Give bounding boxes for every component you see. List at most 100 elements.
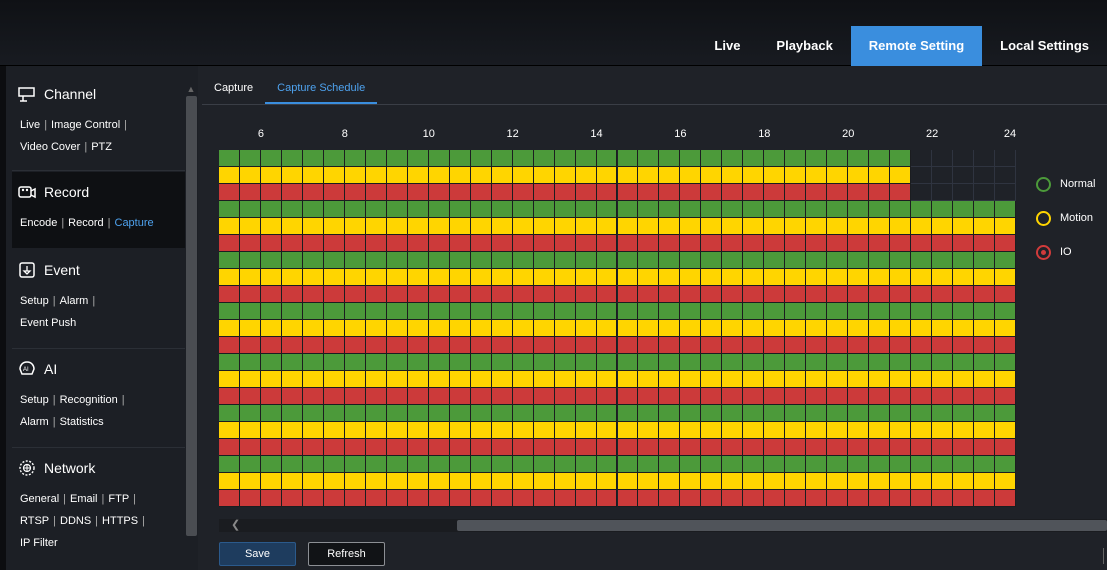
- schedule-cell-normal[interactable]: [995, 150, 1016, 167]
- schedule-cell-motion[interactable]: [743, 422, 765, 439]
- schedule-cell-motion[interactable]: [344, 269, 366, 286]
- schedule-cell-io[interactable]: [596, 388, 618, 405]
- schedule-cell-io[interactable]: [386, 490, 408, 507]
- schedule-cell-normal[interactable]: [743, 201, 765, 218]
- schedule-cell-motion[interactable]: [365, 320, 387, 337]
- schedule-cell-normal[interactable]: [680, 201, 702, 218]
- schedule-cell-io[interactable]: [974, 337, 996, 354]
- schedule-cell-motion[interactable]: [701, 218, 723, 235]
- schedule-cell-normal[interactable]: [701, 150, 723, 167]
- link-alarm[interactable]: Alarm: [60, 295, 89, 307]
- schedule-cell-normal[interactable]: [659, 201, 681, 218]
- schedule-cell-motion[interactable]: [407, 473, 429, 490]
- schedule-cell-io[interactable]: [512, 286, 534, 303]
- schedule-cell-motion[interactable]: [974, 218, 996, 235]
- schedule-cell-normal[interactable]: [219, 456, 240, 473]
- schedule-cell-motion[interactable]: [722, 473, 744, 490]
- schedule-cell-io[interactable]: [365, 235, 387, 252]
- schedule-cell-motion[interactable]: [659, 473, 681, 490]
- schedule-cell-io[interactable]: [680, 184, 702, 201]
- schedule-cell-motion[interactable]: [281, 473, 303, 490]
- schedule-cell-motion[interactable]: [323, 218, 345, 235]
- schedule-cell-motion[interactable]: [995, 473, 1016, 490]
- schedule-cell-normal[interactable]: [722, 405, 744, 422]
- schedule-cell-io[interactable]: [848, 490, 870, 507]
- schedule-cell-normal[interactable]: [365, 303, 387, 320]
- schedule-cell-io[interactable]: [680, 337, 702, 354]
- schedule-cell-motion[interactable]: [512, 218, 534, 235]
- schedule-cell-motion[interactable]: [596, 320, 618, 337]
- schedule-cell-motion[interactable]: [575, 269, 597, 286]
- schedule-cell-normal[interactable]: [911, 354, 933, 371]
- schedule-cell-io[interactable]: [449, 235, 471, 252]
- schedule-cell-io[interactable]: [680, 490, 702, 507]
- schedule-cell-io[interactable]: [281, 388, 303, 405]
- schedule-cell-io[interactable]: [512, 337, 534, 354]
- schedule-cell-io[interactable]: [806, 490, 828, 507]
- schedule-cell-io[interactable]: [995, 490, 1016, 507]
- schedule-cell-io[interactable]: [260, 184, 282, 201]
- schedule-cell-io[interactable]: [617, 235, 639, 252]
- schedule-cell-io[interactable]: [890, 286, 912, 303]
- schedule-cell-io[interactable]: [491, 439, 513, 456]
- schedule-cell-motion[interactable]: [575, 473, 597, 490]
- schedule-cell-io[interactable]: [470, 184, 492, 201]
- schedule-cell-normal[interactable]: [386, 252, 408, 269]
- schedule-cell-motion[interactable]: [239, 422, 261, 439]
- schedule-cell-io[interactable]: [701, 388, 723, 405]
- link-encode[interactable]: Encode: [20, 217, 57, 229]
- schedule-cell-normal[interactable]: [449, 252, 471, 269]
- schedule-cell-io[interactable]: [974, 184, 996, 201]
- save-button[interactable]: Save: [219, 542, 296, 566]
- schedule-cell-io[interactable]: [869, 490, 891, 507]
- schedule-cell-motion[interactable]: [386, 269, 408, 286]
- schedule-cell-io[interactable]: [974, 490, 996, 507]
- schedule-cell-io[interactable]: [428, 490, 450, 507]
- schedule-cell-io[interactable]: [386, 439, 408, 456]
- schedule-cell-io[interactable]: [260, 388, 282, 405]
- schedule-cell-io[interactable]: [806, 439, 828, 456]
- schedule-cell-motion[interactable]: [239, 473, 261, 490]
- schedule-cell-io[interactable]: [260, 235, 282, 252]
- schedule-cell-normal[interactable]: [764, 354, 786, 371]
- schedule-cell-normal[interactable]: [701, 405, 723, 422]
- schedule-cell-io[interactable]: [386, 235, 408, 252]
- schedule-cell-normal[interactable]: [428, 354, 450, 371]
- schedule-cell-normal[interactable]: [512, 252, 534, 269]
- schedule-cell-normal[interactable]: [260, 354, 282, 371]
- schedule-cell-motion[interactable]: [764, 473, 786, 490]
- schedule-cell-motion[interactable]: [533, 422, 555, 439]
- schedule-cell-motion[interactable]: [617, 218, 639, 235]
- schedule-cell-motion[interactable]: [407, 422, 429, 439]
- schedule-cell-normal[interactable]: [449, 354, 471, 371]
- schedule-cell-motion[interactable]: [407, 218, 429, 235]
- schedule-cell-motion[interactable]: [344, 422, 366, 439]
- schedule-cell-motion[interactable]: [260, 269, 282, 286]
- schedule-cell-motion[interactable]: [596, 371, 618, 388]
- schedule-cell-io[interactable]: [449, 490, 471, 507]
- schedule-cell-normal[interactable]: [260, 303, 282, 320]
- schedule-cell-normal[interactable]: [323, 150, 345, 167]
- schedule-cell-io[interactable]: [596, 184, 618, 201]
- schedule-cell-normal[interactable]: [512, 354, 534, 371]
- schedule-cell-motion[interactable]: [764, 218, 786, 235]
- schedule-cell-normal[interactable]: [974, 201, 996, 218]
- schedule-cell-normal[interactable]: [239, 303, 261, 320]
- link-capture[interactable]: Capture: [115, 217, 154, 229]
- schedule-cell-normal[interactable]: [911, 405, 933, 422]
- schedule-cell-io[interactable]: [932, 388, 954, 405]
- schedule-cell-normal[interactable]: [827, 456, 849, 473]
- schedule-cell-normal[interactable]: [596, 303, 618, 320]
- schedule-cell-normal[interactable]: [344, 201, 366, 218]
- schedule-cell-motion[interactable]: [890, 422, 912, 439]
- schedule-cell-motion[interactable]: [491, 269, 513, 286]
- schedule-cell-motion[interactable]: [764, 422, 786, 439]
- schedule-cell-normal[interactable]: [239, 354, 261, 371]
- schedule-cell-motion[interactable]: [869, 371, 891, 388]
- schedule-cell-motion[interactable]: [302, 320, 324, 337]
- schedule-cell-motion[interactable]: [722, 371, 744, 388]
- schedule-cell-normal[interactable]: [659, 456, 681, 473]
- schedule-cell-normal[interactable]: [869, 354, 891, 371]
- scroll-up-icon[interactable]: ▲: [186, 84, 196, 94]
- schedule-cell-motion[interactable]: [365, 473, 387, 490]
